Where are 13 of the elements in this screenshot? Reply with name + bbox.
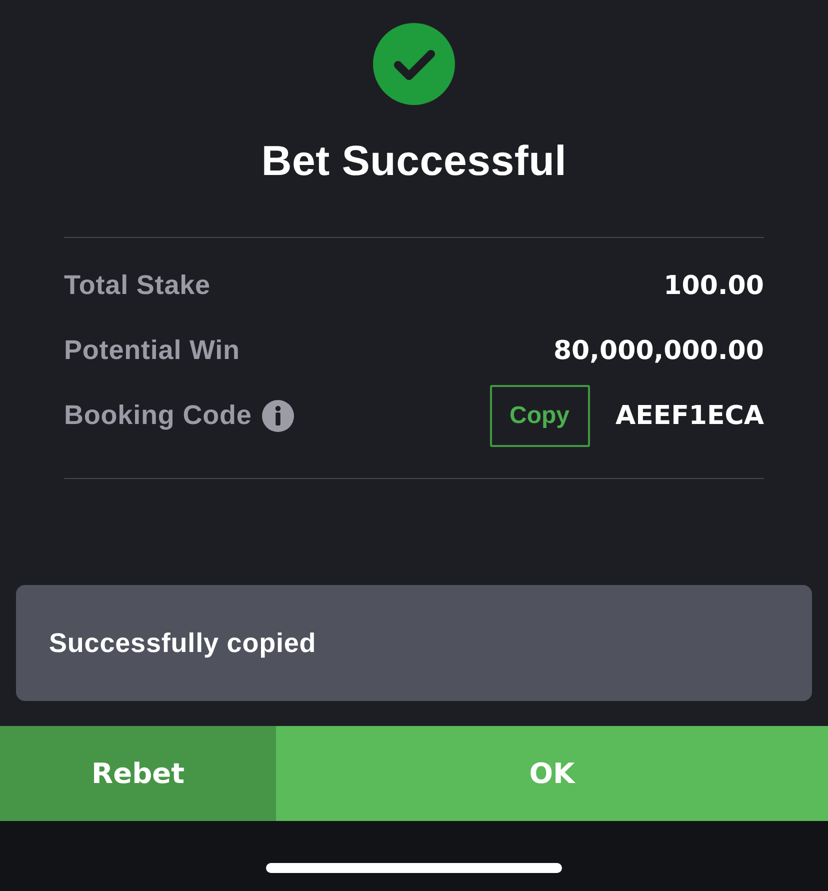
- checkmark-icon: [373, 23, 455, 105]
- dialog-title: Bet Successful: [261, 136, 567, 186]
- summary-value: 100.00: [664, 270, 764, 300]
- rebet-button[interactable]: Rebet: [0, 726, 276, 821]
- summary-value: AEEF1ECA: [616, 400, 764, 430]
- summary-label: Total Stake: [64, 270, 210, 301]
- summary-value: 80,000,000.00: [553, 336, 764, 366]
- summary-label: Booking Code: [64, 400, 252, 431]
- ok-button[interactable]: OK: [276, 726, 828, 821]
- copy-button[interactable]: Copy: [490, 384, 590, 446]
- toast-message: Successfully copied: [49, 628, 316, 658]
- info-icon[interactable]: [262, 400, 294, 432]
- summary-label: Potential Win: [64, 335, 240, 366]
